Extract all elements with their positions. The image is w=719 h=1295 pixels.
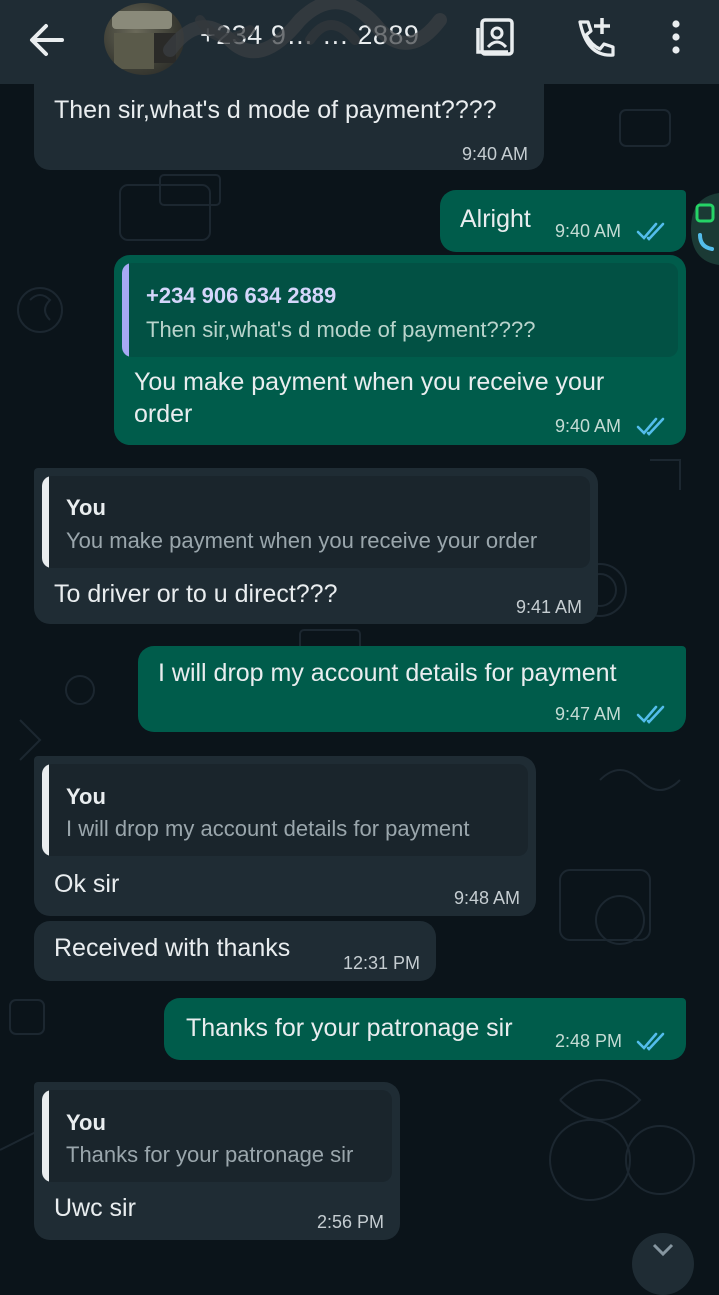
message-incoming[interactable]: Then sir,what's d mode of payment???? 9:…	[34, 84, 544, 170]
read-ticks-icon	[636, 705, 665, 724]
message-time: 9:47 AM	[555, 704, 622, 724]
quote-accent-bar	[42, 764, 49, 856]
message-text: Alright	[460, 205, 531, 233]
chat-header: +234 9… … 2889	[0, 0, 719, 84]
more-vert-icon	[672, 20, 680, 54]
message-incoming-reply[interactable]: You I will drop my account details for p…	[34, 756, 536, 916]
message-outgoing[interactable]: I will drop my account details for payme…	[138, 646, 686, 732]
message-outgoing[interactable]: Thanks for your patronage sir 2:48 PM	[164, 998, 686, 1060]
quoted-message[interactable]: +234 906 634 2889 Then sir,what's d mode…	[122, 263, 678, 357]
quote-author: You	[66, 495, 106, 520]
message-time: 9:48 AM	[453, 888, 520, 908]
message-text: Ok sir	[54, 870, 120, 898]
message-time: 9:41 AM	[515, 597, 582, 617]
read-ticks-icon	[636, 417, 665, 436]
message-time: 9:40 AM	[555, 221, 622, 241]
contact-card-button[interactable]	[474, 14, 520, 60]
message-text: To driver or to u direct???	[54, 580, 338, 608]
message-text-line1: You make payment when you receive your	[134, 368, 605, 396]
read-ticks-icon	[636, 222, 665, 241]
quote-text: Then sir,what's d mode of payment????	[146, 317, 536, 342]
message-text: Received with thanks	[54, 934, 291, 962]
quoted-message[interactable]: You Thanks for your patronage sir	[42, 1090, 392, 1182]
message-time: 2:48 PM	[555, 1031, 623, 1051]
message-incoming[interactable]: Received with thanks 12:31 PM	[34, 921, 436, 981]
quote-author: You	[66, 1110, 106, 1135]
side-widget[interactable]	[690, 193, 719, 265]
quote-accent-bar	[42, 476, 49, 568]
message-text: Then sir,what's d mode of payment????	[54, 96, 497, 124]
quote-author: +234 906 634 2889	[146, 283, 337, 308]
arrow-left-icon	[30, 24, 64, 56]
message-time: 9:40 AM	[461, 144, 528, 164]
add-call-button[interactable]	[570, 14, 616, 60]
add-call-icon	[578, 18, 615, 57]
message-time: 9:40 AM	[555, 416, 622, 436]
message-text: Uwc sir	[54, 1194, 136, 1222]
back-button[interactable]	[22, 18, 74, 62]
quote-accent-bar	[122, 263, 129, 357]
read-ticks-icon	[636, 1032, 665, 1051]
message-outgoing-reply[interactable]: +234 906 634 2889 Then sir,what's d mode…	[114, 255, 686, 445]
quote-text: You make payment when you receive your o…	[66, 528, 538, 553]
message-incoming-reply[interactable]: You You make payment when you receive yo…	[34, 468, 598, 624]
quote-text: Thanks for your patronage sir	[66, 1142, 354, 1167]
quote-accent-bar	[42, 1090, 49, 1182]
message-outgoing[interactable]: Alright 9:40 AM	[440, 190, 686, 252]
message-text: Thanks for your patronage sir	[186, 1014, 513, 1042]
chevron-down-icon	[652, 1243, 674, 1257]
more-options-button[interactable]	[653, 14, 699, 60]
message-text: I will drop my account details for payme…	[158, 659, 617, 687]
contact-card-icon	[476, 18, 514, 56]
message-time: 2:56 PM	[316, 1212, 384, 1232]
widget-icon	[691, 193, 719, 265]
quote-author: You	[66, 784, 106, 809]
quoted-message[interactable]: You I will drop my account details for p…	[42, 764, 528, 856]
quote-text: I will drop my account details for payme…	[66, 816, 470, 841]
quoted-message[interactable]: You You make payment when you receive yo…	[42, 476, 590, 568]
message-incoming-reply[interactable]: You Thanks for your patronage sir Uwc si…	[34, 1082, 400, 1240]
redaction-scribble	[163, 0, 447, 59]
message-text-line2: order	[134, 400, 193, 428]
scroll-to-bottom-button[interactable]	[632, 1233, 694, 1295]
message-time: 12:31 PM	[342, 953, 420, 973]
